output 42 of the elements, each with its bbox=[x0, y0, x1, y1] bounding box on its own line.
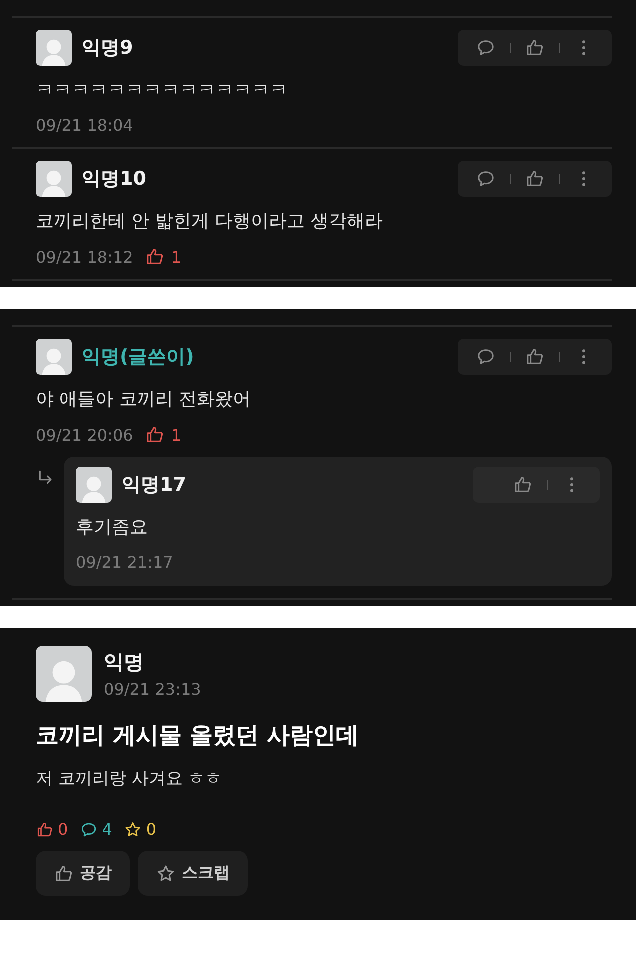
comment-time: 09/21 18:04 bbox=[36, 116, 134, 135]
comment-text: ㅋㅋㅋㅋㅋㅋㅋㅋㅋㅋㅋㅋㅋㅋ bbox=[36, 79, 289, 102]
thumbs-up-icon bbox=[54, 864, 74, 884]
comment-icon bbox=[80, 820, 98, 838]
thumbs-up-icon bbox=[145, 247, 166, 267]
thumbs-up-icon bbox=[145, 425, 166, 445]
comment-time: 09/21 18:12 bbox=[36, 248, 134, 266]
author-name: 익명9 bbox=[82, 36, 134, 61]
scrap-button[interactable]: 스크랩 bbox=[138, 851, 248, 896]
post-body: 저 코끼리랑 사겨요 ㅎㅎ bbox=[36, 768, 224, 790]
avatar-icon bbox=[36, 339, 72, 375]
like-count: 1 bbox=[171, 426, 182, 444]
comment-time: 09/21 21:17 bbox=[76, 553, 174, 572]
avatar-icon bbox=[76, 467, 112, 503]
thumbs-up-icon bbox=[36, 820, 54, 838]
post-time: 09/21 23:13 bbox=[104, 680, 202, 699]
thumbs-up-icon[interactable] bbox=[525, 347, 545, 367]
star-icon bbox=[124, 820, 142, 838]
comment-text: 야 애들아 코끼리 전화왔어 bbox=[36, 388, 252, 411]
like-button[interactable]: 공감 bbox=[36, 851, 130, 896]
comment-icon[interactable] bbox=[476, 169, 496, 189]
avatar-icon bbox=[36, 646, 92, 702]
like-count: 0 bbox=[58, 820, 68, 839]
author-name: 익명(글쓴이) bbox=[82, 345, 196, 370]
author-name: 익명 bbox=[104, 649, 145, 676]
thumbs-up-icon[interactable] bbox=[525, 169, 545, 189]
author-name: 익명10 bbox=[82, 167, 148, 192]
post-title: 코끼리 게시물 올렸던 사람인데 bbox=[36, 722, 360, 751]
comment-time: 09/21 20:06 bbox=[36, 426, 134, 444]
comment-count: 4 bbox=[102, 820, 112, 839]
comment-icon[interactable] bbox=[476, 38, 496, 58]
like-count: 1 bbox=[171, 248, 182, 266]
avatar-icon bbox=[36, 30, 72, 66]
star-icon bbox=[156, 864, 176, 884]
comment-text: 코끼리한테 안 밟힌게 다행이라고 생각해라 bbox=[36, 210, 384, 233]
comment-icon[interactable] bbox=[476, 347, 496, 367]
comment-text: 후기좀요 bbox=[76, 516, 149, 539]
thumbs-up-icon[interactable] bbox=[525, 38, 545, 58]
thumbs-up-icon[interactable] bbox=[513, 475, 533, 495]
scrap-count: 0 bbox=[146, 820, 157, 839]
author-name: 익명17 bbox=[122, 473, 188, 498]
avatar-icon bbox=[36, 161, 72, 197]
